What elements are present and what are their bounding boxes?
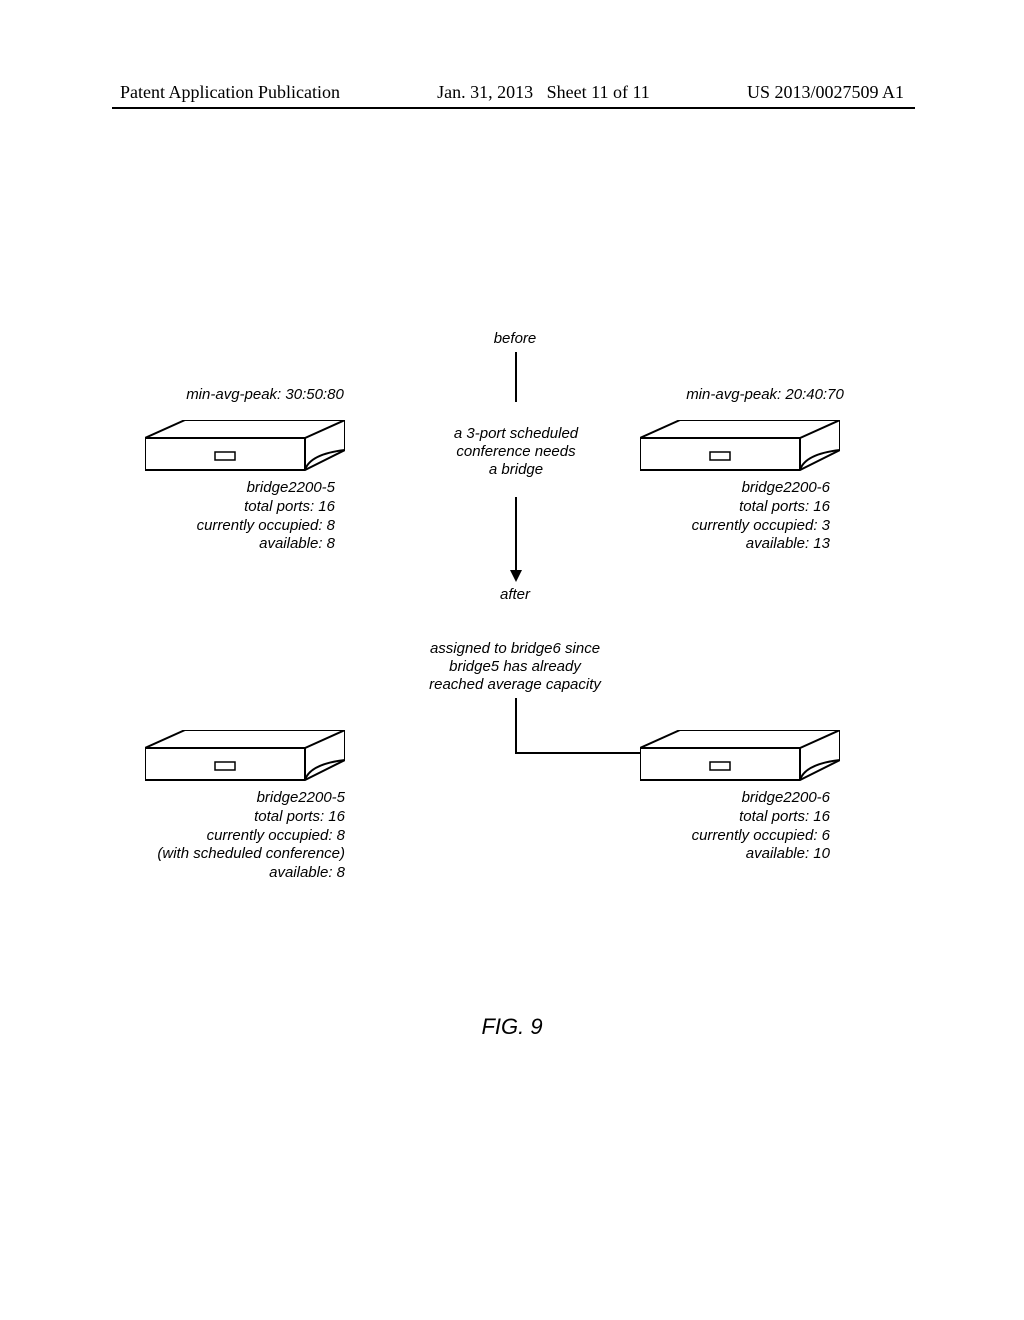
bridge-right-after: bridge2200-6 total ports: 16 currently o…	[640, 730, 840, 864]
header-docnum: US 2013/0027509 A1	[747, 82, 904, 103]
page-header: Patent Application Publication Jan. 31, …	[0, 82, 1024, 103]
header-date: Jan. 31, 2013	[437, 82, 533, 102]
server-icon	[640, 420, 840, 475]
bridge-caption: bridge2200-5 total ports: 16 currently o…	[145, 479, 345, 554]
bridge-available: available: 13	[640, 535, 830, 554]
header-sheet: Sheet 11 of 11	[547, 82, 650, 102]
figure-9: before a 3-port scheduled conference nee…	[115, 330, 915, 990]
bridge-total: total ports: 16	[640, 498, 830, 517]
before-label: before	[445, 330, 585, 348]
bridge-total: total ports: 16	[145, 498, 335, 517]
bridge-note: (with scheduled conference)	[115, 845, 345, 864]
bridge-name: bridge2200-6	[640, 479, 830, 498]
server-icon	[640, 730, 840, 785]
bridge-left-before-stats-top: min-avg-peak: 30:50:80	[140, 386, 390, 403]
server-icon	[145, 730, 345, 785]
bridge-total: total ports: 16	[115, 808, 345, 827]
bridge-caption: bridge2200-5 total ports: 16 currently o…	[115, 789, 345, 883]
server-icon	[145, 420, 345, 475]
bridge-name: bridge2200-6	[640, 789, 830, 808]
bridge-left-after: bridge2200-5 total ports: 16 currently o…	[145, 730, 345, 883]
bridge-caption: bridge2200-6 total ports: 16 currently o…	[640, 479, 840, 554]
bridge-name: bridge2200-5	[145, 479, 335, 498]
bridge-occupied: currently occupied: 8	[145, 517, 335, 536]
bridge-occupied: currently occupied: 3	[640, 517, 830, 536]
assign-arrow	[496, 698, 656, 788]
after-label: after	[445, 586, 585, 604]
header-mid: Jan. 31, 2013 Sheet 11 of 11	[437, 82, 650, 103]
bridge-caption: bridge2200-6 total ports: 16 currently o…	[640, 789, 840, 864]
bridge-total: total ports: 16	[640, 808, 830, 827]
bridge-occupied: currently occupied: 8	[115, 827, 345, 846]
assign-note: assigned to bridge6 since bridge5 has al…	[405, 640, 625, 694]
bridge-left-before: bridge2200-5 total ports: 16 currently o…	[145, 420, 345, 554]
bridge-available: available: 10	[640, 845, 830, 864]
bridge-right-before-stats-top: min-avg-peak: 20:40:70	[635, 386, 895, 403]
header-left: Patent Application Publication	[120, 82, 340, 103]
figure-caption: FIG. 9	[0, 1014, 1024, 1040]
bridge-available: available: 8	[145, 535, 335, 554]
bridge-right-before: bridge2200-6 total ports: 16 currently o…	[640, 420, 840, 554]
center-note: a 3-port scheduled conference needs a br…	[431, 425, 601, 479]
bridge-occupied: currently occupied: 6	[640, 827, 830, 846]
bridge-name: bridge2200-5	[115, 789, 345, 808]
header-rule	[112, 107, 915, 109]
bridge-available: available: 8	[115, 864, 345, 883]
